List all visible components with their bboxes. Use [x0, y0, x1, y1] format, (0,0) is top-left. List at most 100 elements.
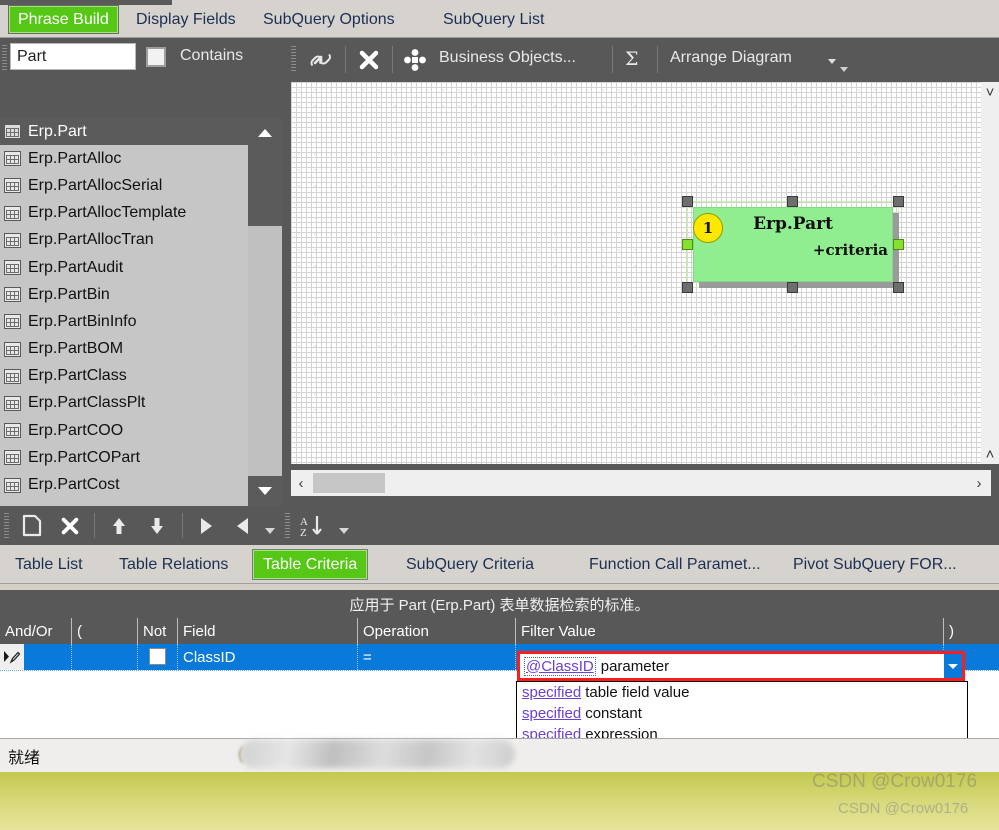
list-item-label: Erp.PartAllocSerial: [28, 176, 163, 194]
resize-handle-n[interactable]: [787, 196, 798, 207]
search-input[interactable]: Part: [10, 43, 136, 70]
arrow-up-icon[interactable]: [104, 513, 134, 538]
cell-operation[interactable]: =: [358, 644, 516, 670]
criteria-banner-text: 应用于 Part (Erp.Part) 表单数据检索的标准。: [349, 596, 650, 614]
toolbar-gripper[interactable]: [2, 45, 7, 71]
resize-handle-s[interactable]: [787, 282, 798, 293]
scroll-down-button[interactable]: [248, 476, 282, 506]
arrow-right-icon[interactable]: [192, 514, 220, 537]
bottom-tab-strip: Table List Table Relations Table Criteri…: [0, 545, 999, 584]
move-cross-icon[interactable]: [400, 47, 430, 73]
arrange-diagram-button[interactable]: Arrange Diagram: [670, 49, 792, 67]
delete-row-icon[interactable]: [54, 512, 86, 539]
sort-chevron-icon[interactable]: [336, 525, 352, 537]
list-item[interactable]: Erp.PartCOO: [0, 417, 248, 444]
resize-handle-sw[interactable]: [682, 282, 693, 293]
not-checkbox[interactable]: [149, 648, 166, 665]
business-objects-button[interactable]: Business Objects...: [439, 49, 576, 67]
list-item[interactable]: Erp.PartBOM: [0, 336, 248, 363]
toolbar-gripper[interactable]: [4, 513, 9, 539]
cell-open-paren[interactable]: [72, 644, 138, 670]
table-list-items: Erp.Part Erp.PartAlloc Erp.PartAllocSeri…: [0, 118, 248, 499]
tab-subquery-criteria[interactable]: SubQuery Criteria: [397, 550, 543, 579]
tab-label: Display Fields: [136, 10, 236, 28]
column-header-open-paren[interactable]: (: [72, 618, 138, 644]
row-selector-pencil-icon[interactable]: [0, 644, 24, 670]
sigma-icon[interactable]: Σ: [625, 48, 638, 70]
tab-phrase-build[interactable]: Phrase Build: [9, 6, 118, 33]
column-header-and-or[interactable]: And/Or: [0, 618, 72, 644]
list-item[interactable]: Erp.PartAllocTemplate: [0, 200, 248, 227]
resize-handle-w[interactable]: [682, 239, 693, 250]
list-item-label: Erp.PartCost: [28, 476, 120, 494]
list-item[interactable]: Erp.PartCOPart: [0, 444, 248, 471]
toolbar-gripper[interactable]: [285, 513, 290, 539]
scroll-left-button[interactable]: ‹: [293, 473, 309, 493]
list-item[interactable]: Erp.PartAllocTran: [0, 227, 248, 254]
filter-value-token-link[interactable]: @ClassID: [524, 656, 596, 676]
diagram-horizontal-scrollbar[interactable]: ‹ ›: [291, 470, 991, 496]
column-header-filter-value[interactable]: Filter Value: [516, 618, 944, 644]
list-item[interactable]: Erp.PartAudit: [0, 254, 248, 281]
tab-table-relations[interactable]: Table Relations: [110, 550, 237, 579]
column-header-not[interactable]: Not: [138, 618, 178, 644]
resize-handle-e[interactable]: [893, 239, 904, 250]
contains-checkbox[interactable]: [146, 47, 166, 67]
scroll-up-button[interactable]: [248, 118, 282, 148]
link-icon[interactable]: [304, 46, 338, 74]
list-item[interactable]: Erp.PartClassPlt: [0, 390, 248, 417]
table-icon: [4, 178, 21, 194]
table-list-scrollbar[interactable]: [248, 118, 282, 506]
scroll-up-button[interactable]: ˅: [981, 84, 999, 101]
overflow-chevron-icon[interactable]: [262, 525, 278, 537]
table-list[interactable]: Erp.Part Erp.PartAlloc Erp.PartAllocSeri…: [0, 118, 282, 506]
list-item[interactable]: Erp.Part: [0, 118, 248, 146]
column-header-operation[interactable]: Operation: [358, 618, 516, 644]
dropdown-option[interactable]: specified constant: [517, 703, 967, 724]
arrow-down-icon[interactable]: [142, 513, 172, 538]
column-header-field[interactable]: Field: [178, 618, 358, 644]
table-icon: [4, 151, 21, 167]
filter-value-editor[interactable]: @ClassID parameter: [517, 651, 965, 681]
resize-handle-se[interactable]: [893, 282, 904, 293]
resize-handle-nw[interactable]: [682, 196, 693, 207]
resize-handle-ne[interactable]: [893, 196, 904, 207]
diagram-vertical-scrollbar[interactable]: ˅ ˄: [981, 82, 999, 464]
dropdown-option[interactable]: specified table field value: [517, 682, 967, 703]
scroll-right-button[interactable]: ›: [971, 473, 987, 493]
list-item[interactable]: Erp.PartBin: [0, 281, 248, 308]
diagram-node-erp-part[interactable]: Erp.Part +criteria: [693, 207, 893, 282]
tab-pivot-subquery-for[interactable]: Pivot SubQuery FOR...: [784, 550, 966, 579]
cell-not[interactable]: [138, 644, 178, 670]
diagram-canvas[interactable]: Erp.Part +criteria 1: [291, 82, 991, 464]
scroll-down-button[interactable]: ˄: [981, 446, 999, 463]
tab-subquery-list[interactable]: SubQuery List: [435, 6, 552, 33]
list-item[interactable]: Erp.PartAllocSerial: [0, 172, 248, 199]
tab-function-call-parameters[interactable]: Function Call Paramet...: [580, 550, 770, 579]
list-item[interactable]: Erp.PartAlloc: [0, 145, 248, 172]
close-x-icon[interactable]: [352, 46, 386, 74]
list-item[interactable]: Erp.PartClass: [0, 363, 248, 390]
new-row-icon[interactable]: [16, 512, 48, 539]
scrollbar-thumb[interactable]: [248, 148, 282, 226]
list-item[interactable]: Erp.PartCost: [0, 471, 248, 498]
search-input-value: Part: [17, 47, 47, 65]
overflow-chevron-icon[interactable]: [838, 64, 850, 74]
list-item[interactable]: Erp.PartBinInfo: [0, 308, 248, 335]
chevron-down-icon: [948, 663, 958, 669]
cell-field[interactable]: ClassID: [178, 644, 358, 670]
tab-table-criteria[interactable]: Table Criteria: [253, 550, 368, 579]
arrow-left-icon[interactable]: [228, 514, 256, 537]
tab-table-list[interactable]: Table List: [6, 550, 92, 579]
cell-and-or[interactable]: [24, 644, 72, 670]
tab-subquery-options[interactable]: SubQuery Options: [255, 6, 403, 33]
svg-text:Z: Z: [300, 527, 307, 538]
chevron-down-icon[interactable]: [826, 56, 838, 66]
column-header-close-paren[interactable]: ): [944, 618, 999, 644]
toolbar-gripper[interactable]: [291, 46, 296, 72]
grid-header-row: And/Or ( Not Field Operation Filter Valu…: [0, 618, 999, 644]
sort-az-icon[interactable]: A Z: [296, 512, 330, 539]
scrollbar-thumb[interactable]: [313, 473, 385, 493]
tab-display-fields[interactable]: Display Fields: [128, 6, 244, 33]
filter-value-dropdown-button[interactable]: [944, 654, 962, 678]
